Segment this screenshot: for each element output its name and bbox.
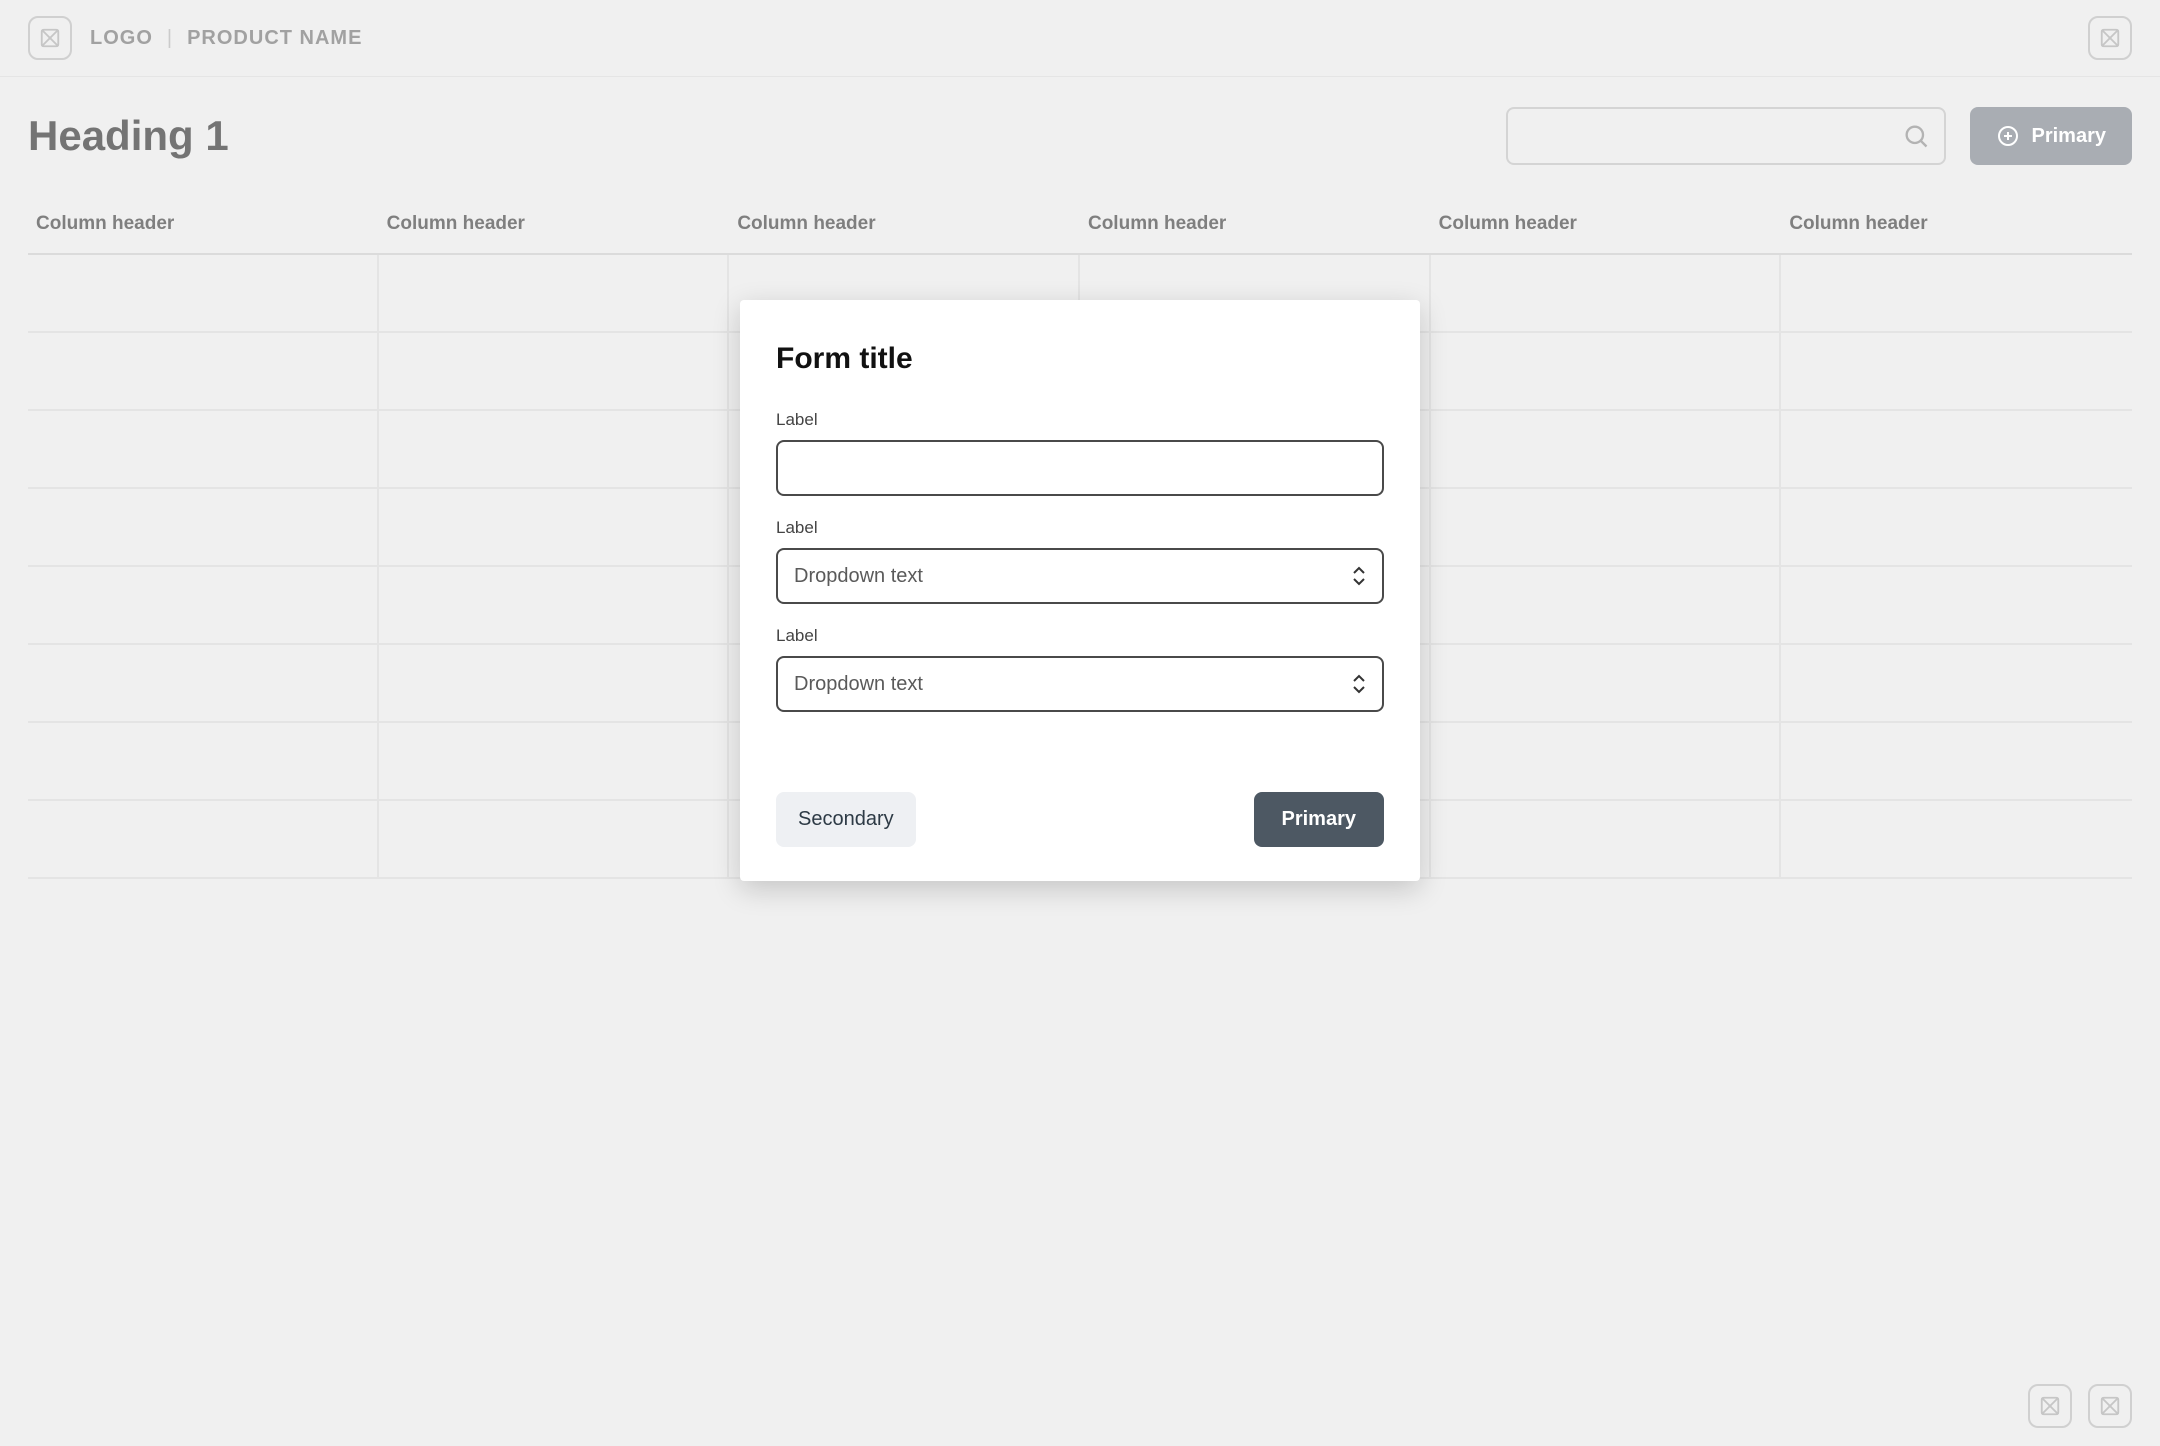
footer-icon-2[interactable]: [2088, 1384, 2132, 1428]
table-cell: [1781, 801, 2132, 877]
table-cell: [28, 801, 379, 877]
logo-icon[interactable]: [28, 16, 72, 60]
table-cell: [1431, 333, 1782, 409]
table-cell: [28, 333, 379, 409]
header-right-icon[interactable]: [2088, 16, 2132, 60]
table-cell: [379, 567, 730, 643]
table-cell: [1431, 567, 1782, 643]
table-cell: [1431, 411, 1782, 487]
search-field-wrap[interactable]: [1506, 107, 1946, 165]
table-cell: [28, 567, 379, 643]
table-cell: [28, 411, 379, 487]
field-label-0: Label: [776, 410, 1384, 430]
chevron-up-down-icon: [1352, 566, 1366, 586]
brand: LOGO | PRODUCT NAME: [90, 27, 362, 50]
select-input-1[interactable]: Dropdown text: [776, 548, 1384, 604]
table-cell: [379, 645, 730, 721]
table-cell: [1781, 411, 2132, 487]
field-label-2: Label: [776, 626, 1384, 646]
column-header: Column header: [379, 201, 730, 253]
table-cell: [1781, 333, 2132, 409]
header-primary-button[interactable]: Primary: [1970, 107, 2133, 165]
column-header: Column header: [1431, 201, 1782, 253]
select-value-2: Dropdown text: [794, 673, 923, 696]
table-cell: [1781, 723, 2132, 799]
table-cell: [28, 489, 379, 565]
table-cell: [379, 333, 730, 409]
header-primary-button-label: Primary: [2032, 125, 2107, 148]
select-value-1: Dropdown text: [794, 565, 923, 588]
product-name: PRODUCT NAME: [187, 27, 362, 50]
table-cell: [28, 723, 379, 799]
table-cell: [379, 255, 730, 331]
column-header: Column header: [729, 201, 1080, 253]
search-input[interactable]: [1522, 126, 1902, 147]
table-cell: [379, 723, 730, 799]
top-bar: LOGO | PRODUCT NAME: [0, 0, 2160, 77]
footer-icon-1[interactable]: [2028, 1384, 2072, 1428]
table-cell: [1431, 489, 1782, 565]
select-input-2[interactable]: Dropdown text: [776, 656, 1384, 712]
modal-secondary-button[interactable]: Secondary: [776, 792, 916, 847]
brand-separator: |: [167, 27, 173, 50]
plus-circle-icon: [1996, 124, 2020, 148]
table-cell: [1781, 645, 2132, 721]
table-header-row: Column headerColumn headerColumn headerC…: [28, 201, 2132, 253]
table-cell: [28, 255, 379, 331]
table-cell: [1431, 801, 1782, 877]
table-cell: [1431, 255, 1782, 331]
table-cell: [1431, 723, 1782, 799]
table-cell: [1431, 645, 1782, 721]
column-header: Column header: [28, 201, 379, 253]
text-input-0[interactable]: [776, 440, 1384, 496]
modal-primary-button[interactable]: Primary: [1254, 792, 1385, 847]
table-cell: [1781, 489, 2132, 565]
field-label-1: Label: [776, 518, 1384, 538]
logo-text: LOGO: [90, 27, 153, 50]
column-header: Column header: [1781, 201, 2132, 253]
table-cell: [379, 801, 730, 877]
table-cell: [379, 411, 730, 487]
chevron-up-down-icon: [1352, 674, 1366, 694]
table-cell: [1781, 567, 2132, 643]
modal-dialog: Form title Label Label Dropdown text Lab…: [740, 300, 1420, 881]
table-cell: [1781, 255, 2132, 331]
column-header: Column header: [1080, 201, 1431, 253]
search-icon: [1902, 122, 1930, 150]
table-cell: [379, 489, 730, 565]
page-title: Heading 1: [28, 112, 229, 160]
modal-title: Form title: [776, 342, 1384, 376]
table-cell: [28, 645, 379, 721]
